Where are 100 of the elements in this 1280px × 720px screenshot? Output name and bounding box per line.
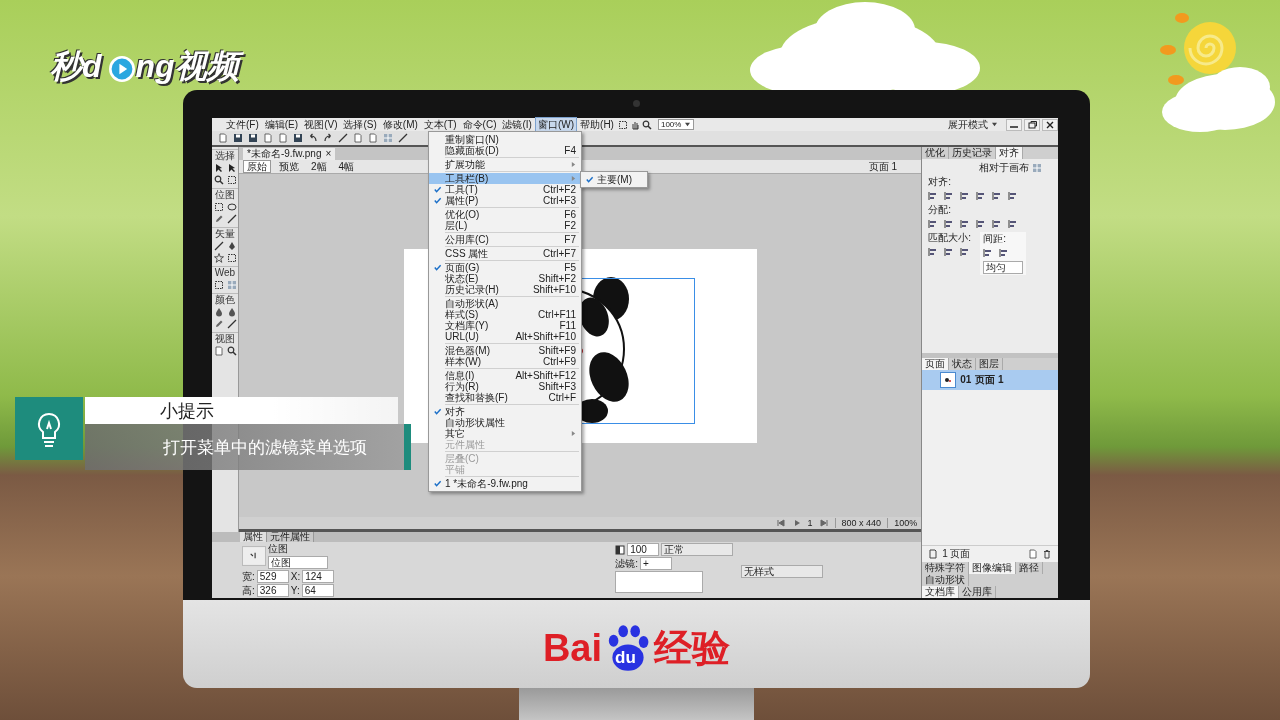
align-icon[interactable]: [976, 191, 987, 201]
menu-item[interactable]: 历史记录(H) Shift+F10: [429, 284, 581, 295]
panel-tab[interactable]: 公用库: [959, 586, 997, 598]
redo-icon[interactable]: [323, 133, 333, 143]
align-icon[interactable]: [960, 247, 971, 257]
x-field[interactable]: 124: [302, 570, 335, 583]
align-icon[interactable]: [928, 219, 939, 229]
search-icon[interactable]: [641, 119, 652, 130]
menu-item[interactable]: CSS 属性 Ctrl+F7: [429, 248, 581, 259]
menu-item[interactable]: 页面(G) F5: [429, 262, 581, 273]
align-icon[interactable]: [1008, 219, 1019, 229]
star-icon[interactable]: [213, 253, 224, 263]
menu-item[interactable]: 自动形状属性: [429, 417, 581, 428]
menu-item[interactable]: 文件(F): [224, 118, 261, 131]
page-selector[interactable]: 页面 1: [862, 160, 918, 173]
menu-item[interactable]: 公用库(C) F7: [429, 234, 581, 245]
align-icon[interactable]: [928, 247, 939, 257]
menu-item[interactable]: URL(U) Alt+Shift+F10: [429, 331, 581, 342]
align-icon[interactable]: [976, 219, 987, 229]
align-icon[interactable]: [992, 219, 1003, 229]
spacing-dropdown[interactable]: 均匀: [983, 261, 1024, 274]
last-frame-icon[interactable]: [818, 518, 829, 528]
align-icon[interactable]: [944, 247, 955, 257]
align-icon[interactable]: [960, 191, 971, 201]
save-icon[interactable]: [248, 133, 258, 143]
menu-item[interactable]: 工具栏(B): [429, 173, 581, 184]
pencil-icon[interactable]: [213, 319, 224, 329]
line-icon[interactable]: [398, 133, 408, 143]
blend-mode-dropdown[interactable]: 正常: [661, 543, 734, 556]
view-tab[interactable]: 2幅: [307, 160, 331, 173]
panel-tab[interactable]: 文档库: [922, 586, 960, 598]
menu-item[interactable]: 自动形状(A): [429, 298, 581, 309]
square-icon[interactable]: [213, 202, 224, 212]
panel-tab[interactable]: 对齐: [996, 147, 1024, 159]
ellipse-icon[interactable]: [226, 202, 237, 212]
menu-item[interactable]: 窗口(W): [535, 118, 577, 131]
square-icon[interactable]: [213, 280, 224, 290]
menu-item[interactable]: 混色器(M) Shift+F9: [429, 345, 581, 356]
menu-item[interactable]: 修改(M): [380, 118, 420, 131]
align-icon[interactable]: [1008, 191, 1019, 201]
menu-item[interactable]: 优化(O) F6: [429, 209, 581, 220]
pen-nib-icon[interactable]: [226, 241, 237, 251]
close-icon[interactable]: [1042, 118, 1058, 131]
line-icon[interactable]: [338, 133, 348, 143]
align-icon[interactable]: [944, 219, 955, 229]
menu-item[interactable]: 隐藏面板(D) F4: [429, 145, 581, 156]
width-field[interactable]: 529: [256, 570, 289, 583]
line-icon[interactable]: [213, 241, 224, 251]
menu-item[interactable]: 对齐: [429, 406, 581, 417]
menu-item[interactable]: 编辑(E): [262, 118, 301, 131]
align-icon[interactable]: [944, 191, 955, 201]
search-icon[interactable]: [213, 175, 224, 185]
save-icon[interactable]: [233, 133, 243, 143]
line-icon[interactable]: [226, 319, 237, 329]
panel-tab[interactable]: 图像编辑: [969, 562, 1017, 574]
pencil-icon[interactable]: [213, 214, 224, 224]
menu-item[interactable]: 文本(T): [421, 118, 459, 131]
menu-item[interactable]: 样本(W) Ctrl+F9: [429, 356, 581, 367]
height-field[interactable]: 326: [256, 584, 289, 597]
menu-item[interactable]: 样式(S) Ctrl+F11: [429, 309, 581, 320]
zoom-dropdown[interactable]: 100%: [657, 119, 695, 130]
menu-item[interactable]: 扩展功能: [429, 159, 581, 170]
menu-item[interactable]: 属性(P) Ctrl+F3: [429, 195, 581, 206]
minimize-icon[interactable]: [1006, 118, 1022, 131]
menu-item[interactable]: 查找和替换(F) Ctrl+F: [429, 392, 581, 403]
document-tab[interactable]: *未命名-9.fw.png ×: [243, 148, 336, 160]
undo-icon[interactable]: [308, 133, 318, 143]
menu-item[interactable]: 视图(V): [302, 118, 340, 131]
menu-item[interactable]: 重制窗口(N): [429, 134, 581, 145]
align-icon[interactable]: [999, 248, 1010, 258]
menu-item[interactable]: 选择(S): [341, 118, 379, 131]
menu-item[interactable]: 其它: [429, 428, 581, 439]
drop-icon[interactable]: [213, 307, 224, 317]
pointer-icon[interactable]: [226, 163, 237, 173]
opacity-field[interactable]: 100: [627, 543, 660, 556]
menu-item[interactable]: 层(L) F2: [429, 220, 581, 231]
trash-icon[interactable]: [1042, 549, 1052, 559]
align-icon[interactable]: [960, 219, 971, 229]
line-icon[interactable]: [226, 214, 237, 224]
menu-item[interactable]: 滤镜(I): [500, 118, 534, 131]
view-tab[interactable]: 原始: [243, 160, 271, 173]
pointer-icon[interactable]: [213, 163, 224, 173]
square-icon[interactable]: [226, 253, 237, 263]
panel-tab[interactable]: 元件属性: [267, 532, 314, 542]
workspace-dropdown[interactable]: 展开模式: [948, 118, 998, 131]
save-icon[interactable]: [293, 133, 303, 143]
menu-item[interactable]: 工具(T) Ctrl+F2: [429, 184, 581, 195]
first-frame-icon[interactable]: [775, 518, 786, 528]
panel-tab[interactable]: 属性: [240, 532, 267, 542]
zoom-level[interactable]: 100%: [887, 517, 918, 529]
document-icon[interactable]: [218, 133, 228, 143]
panel-tab[interactable]: 页面: [922, 358, 950, 370]
search-icon[interactable]: [226, 346, 237, 356]
menu-item[interactable]: 主要(M): [581, 174, 647, 185]
align-icon[interactable]: [928, 191, 939, 201]
menu-item[interactable]: 状态(E) Shift+F2: [429, 273, 581, 284]
square-icon[interactable]: [617, 119, 628, 130]
name-field[interactable]: 位图: [268, 556, 328, 569]
menu-item[interactable]: 文档库(Y) F11: [429, 320, 581, 331]
document-icon[interactable]: [1028, 549, 1038, 559]
